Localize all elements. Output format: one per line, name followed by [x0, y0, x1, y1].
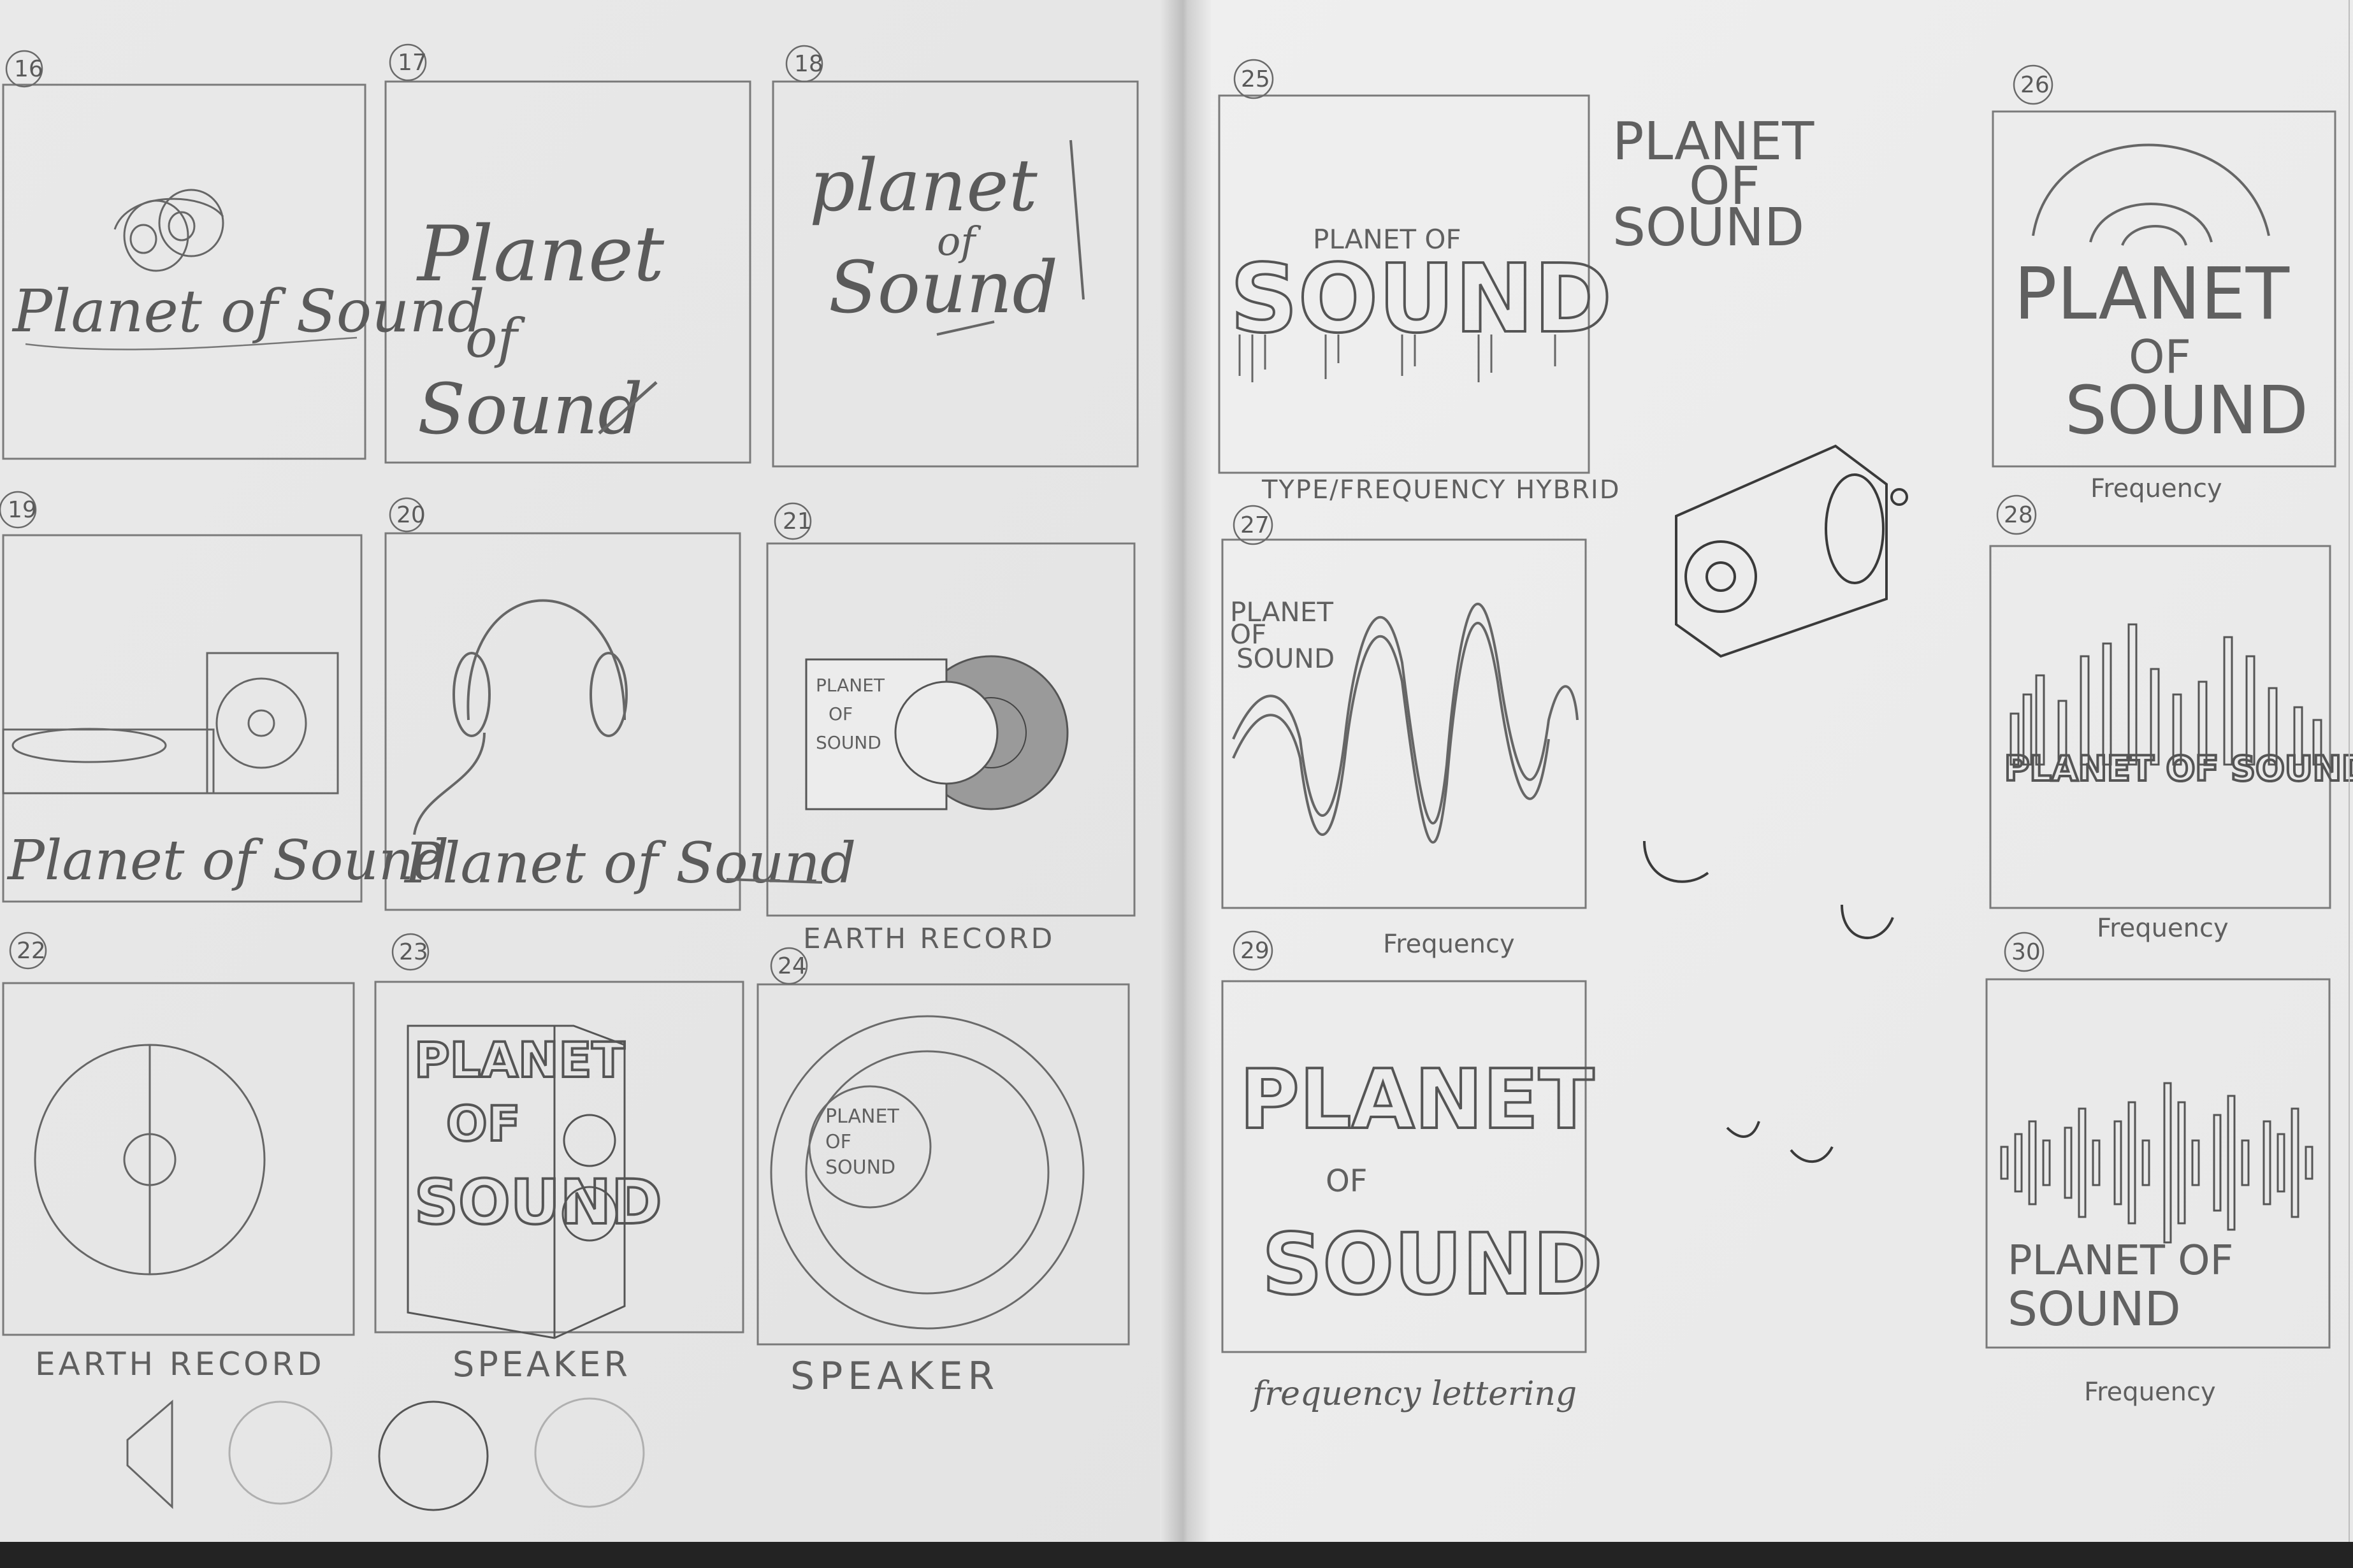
arc-line-3: SOUND	[2065, 371, 2308, 449]
wave-line-3: SOUND	[1236, 643, 1335, 674]
sketch-number-28: 28	[2004, 502, 2033, 528]
free-title-line-3: SOUND	[1612, 198, 1804, 258]
block-title: PLANET OF SOUND	[2004, 749, 2353, 789]
script-line-3: Sound	[829, 247, 1058, 329]
sketch-number-17: 17	[398, 50, 427, 76]
caption-25: TYPE/FREQUENCY HYBRID	[1261, 475, 1621, 505]
sketch-number-22: 22	[17, 938, 46, 964]
caption-30: Frequency	[2084, 1377, 2216, 1407]
wave-title-line-1: PLANET OF	[2008, 1237, 2233, 1284]
caption-26: Frequency	[2090, 474, 2222, 503]
table-shadow	[0, 1542, 2353, 1568]
arc-line-1: PLANET	[2014, 253, 2290, 336]
center-line-1: PLANET	[825, 1105, 899, 1128]
caption-28: Frequency	[2097, 914, 2229, 943]
script-line-1: planet	[809, 145, 1038, 227]
sketch-number-19: 19	[8, 497, 37, 523]
sketch-number-29: 29	[1240, 938, 1270, 964]
caption-29: frequency lettering	[1250, 1375, 1577, 1413]
center-line-2: OF	[825, 1131, 851, 1153]
sketch-number-24: 24	[778, 953, 807, 979]
block-line-3: SOUND	[414, 1167, 662, 1238]
sleeve-line-1: PLANET	[816, 675, 885, 696]
sketch-number-25: 25	[1241, 66, 1270, 92]
stacked-line-1: PLANET	[1240, 1053, 1594, 1147]
sketch-number-26: 26	[2020, 72, 2050, 98]
block-line-2: OF	[446, 1095, 521, 1152]
sketch-number-30: 30	[2011, 939, 2041, 965]
script-title: Planet of Sound	[11, 277, 485, 345]
sketch-number-20: 20	[396, 502, 426, 528]
stacked-line-2: OF	[1326, 1163, 1367, 1199]
script-line-2: of	[465, 307, 526, 370]
script-title: Planet of Sound	[6, 829, 449, 893]
caption-22: EARTH RECORD	[35, 1346, 325, 1383]
script-title: Planet of Sound	[403, 830, 856, 896]
sketch-number-16: 16	[14, 56, 43, 82]
caption-21: EARTH RECORD	[803, 923, 1055, 955]
block-line-1: PLANET	[414, 1032, 625, 1088]
sketchbook-spread: 16 17 18 19 20 21 22 23 24 25 26 27 28 2…	[0, 0, 2353, 1568]
earth-globe-icon	[894, 680, 999, 785]
book-gutter	[1160, 0, 1211, 1568]
script-line-1: Planet	[416, 210, 665, 299]
sketch-number-21: 21	[783, 508, 812, 535]
sketch-number-27: 27	[1240, 512, 1270, 538]
sketch-number-23: 23	[399, 939, 428, 965]
caption-27: Frequency	[1383, 930, 1515, 959]
wave-title-line-2: SOUND	[2008, 1282, 2181, 1337]
sketch-number-18: 18	[794, 51, 823, 77]
caption-23: SPEAKER	[452, 1344, 631, 1385]
sleeve-line-3: SOUND	[816, 732, 881, 753]
sleeve-line-2: OF	[829, 703, 853, 724]
center-line-3: SOUND	[825, 1156, 895, 1179]
stacked-line-3: SOUND	[1262, 1216, 1603, 1314]
sketchbook-photo: 16 17 18 19 20 21 22 23 24 25 26 27 28 2…	[0, 0, 2353, 1568]
script-line-3: Sound	[417, 368, 643, 450]
caption-24: SPEAKER	[790, 1354, 999, 1399]
